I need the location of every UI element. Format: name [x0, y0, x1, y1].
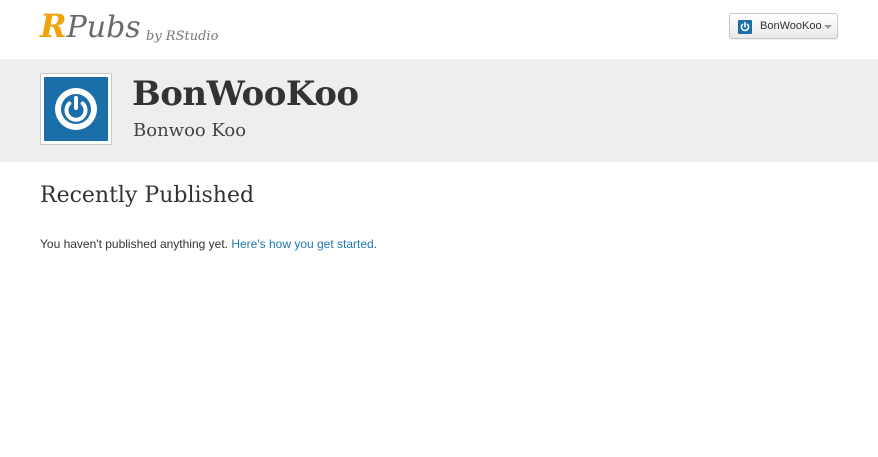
empty-state-text: You haven't published anything yet. — [40, 237, 228, 251]
profile-full-name: Bonwoo Koo — [133, 120, 247, 141]
rpubs-logo[interactable]: RPubs by RStudio — [40, 7, 218, 45]
profile-header: BonWooKoo Bonwoo Koo — [0, 59, 878, 162]
empty-state-message: You haven't published anything yet. Here… — [40, 237, 377, 251]
logo-byline: by RStudio — [146, 29, 219, 44]
logo-r: R — [40, 7, 67, 45]
caret-down-icon — [824, 25, 832, 29]
get-started-link[interactable]: Here's how you get started. — [231, 237, 377, 251]
power-icon — [55, 88, 97, 130]
user-menu-button[interactable]: BonWooKoo — [729, 13, 838, 39]
section-heading: Recently Published — [40, 183, 255, 208]
power-icon — [738, 20, 752, 34]
profile-username: BonWooKoo — [132, 74, 359, 114]
avatar — [40, 73, 112, 145]
top-navbar: RPubs by RStudio BonWooKoo — [0, 0, 878, 59]
user-menu-username: BonWooKoo — [760, 20, 822, 32]
avatar-image — [44, 77, 108, 141]
logo-pubs: Pubs — [66, 10, 141, 45]
